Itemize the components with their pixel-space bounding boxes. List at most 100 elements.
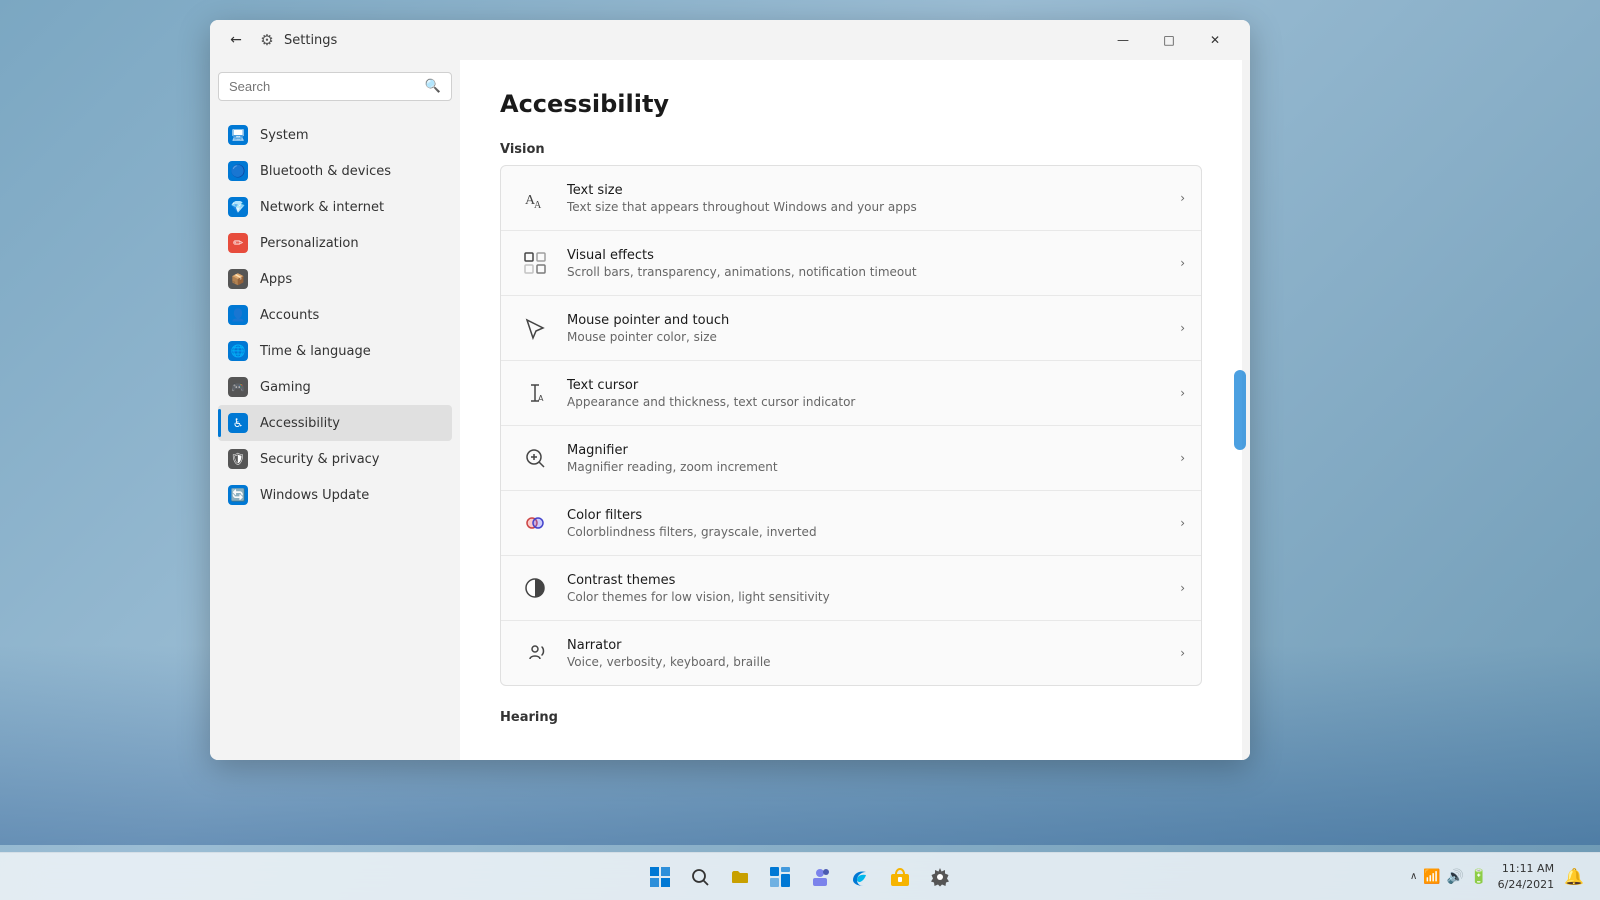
visual-effects-title: Visual effects: [567, 248, 1180, 263]
magnifier-desc: Magnifier reading, zoom increment: [567, 460, 1180, 474]
search-input[interactable]: [229, 79, 419, 94]
update-icon: 🔄: [228, 485, 248, 505]
settings-item-color-filters[interactable]: Color filters Colorblindness filters, gr…: [501, 491, 1201, 556]
settings-item-color-filters-text: Color filters Colorblindness filters, gr…: [567, 508, 1180, 539]
settings-item-visual-effects[interactable]: Visual effects Scroll bars, transparency…: [501, 231, 1201, 296]
taskbar-teams-button[interactable]: [802, 859, 838, 895]
minimize-button[interactable]: —: [1100, 24, 1146, 56]
text-size-desc: Text size that appears throughout Window…: [567, 200, 1180, 214]
magnifier-icon: [517, 440, 553, 476]
sidebar-label-system: System: [260, 128, 308, 143]
accessibility-icon: ♿: [228, 413, 248, 433]
back-button[interactable]: ←: [222, 26, 250, 54]
sidebar-label-security: Security & privacy: [260, 452, 380, 467]
scrollbar-track[interactable]: [1242, 60, 1250, 760]
sidebar-label-network: Network & internet: [260, 200, 384, 215]
sidebar-label-personalization: Personalization: [260, 236, 359, 251]
color-filters-title: Color filters: [567, 508, 1180, 523]
sidebar-item-accessibility[interactable]: ♿ Accessibility: [218, 405, 452, 441]
color-filters-chevron: ›: [1180, 516, 1185, 530]
svg-text:A: A: [538, 394, 544, 403]
gaming-icon: 🎮: [228, 377, 248, 397]
titlebar-left: ← ⚙ Settings: [222, 26, 1100, 54]
taskbar-date: 6/24/2021: [1498, 877, 1554, 892]
section-label-vision: Vision: [500, 142, 1202, 157]
network-icon: 💎: [228, 197, 248, 217]
text-size-chevron: ›: [1180, 191, 1185, 205]
taskbar-system-tray[interactable]: ∧ 📶 🔊 🔋: [1410, 869, 1488, 885]
main-content: Accessibility Vision AA Text size Text s…: [460, 60, 1242, 760]
narrator-desc: Voice, verbosity, keyboard, braille: [567, 655, 1180, 669]
taskbar-edge-button[interactable]: [842, 859, 878, 895]
sidebar-label-bluetooth: Bluetooth & devices: [260, 164, 391, 179]
settings-item-text-cursor[interactable]: A Text cursor Appearance and thickness, …: [501, 361, 1201, 426]
notification-icon[interactable]: 🔔: [1564, 867, 1584, 886]
narrator-chevron: ›: [1180, 646, 1185, 660]
settings-item-contrast-themes[interactable]: Contrast themes Color themes for low vis…: [501, 556, 1201, 621]
search-box[interactable]: 🔍: [218, 72, 452, 101]
accounts-icon: 👤: [228, 305, 248, 325]
magnifier-chevron: ›: [1180, 451, 1185, 465]
mouse-pointer-chevron: ›: [1180, 321, 1185, 335]
svg-text:A: A: [534, 200, 542, 210]
settings-item-narrator[interactable]: Narrator Voice, verbosity, keyboard, bra…: [501, 621, 1201, 685]
taskbar-store-button[interactable]: [882, 859, 918, 895]
mouse-pointer-title: Mouse pointer and touch: [567, 313, 1180, 328]
contrast-themes-desc: Color themes for low vision, light sensi…: [567, 590, 1180, 604]
settings-window: ← ⚙ Settings — □ ✕ 🔍 🖥 System 🔵: [210, 20, 1250, 760]
apps-icon: 📦: [228, 269, 248, 289]
settings-item-text-size-text: Text size Text size that appears through…: [567, 183, 1180, 214]
sidebar-item-accounts[interactable]: 👤 Accounts: [218, 297, 452, 333]
sidebar-item-update[interactable]: 🔄 Windows Update: [218, 477, 452, 513]
narrator-title: Narrator: [567, 638, 1180, 653]
settings-gear-icon: ⚙: [258, 31, 276, 49]
taskbar-widgets-button[interactable]: [762, 859, 798, 895]
window-body: 🔍 🖥 System 🔵 Bluetooth & devices 💎 Netwo…: [210, 60, 1250, 760]
taskbar-file-explorer-button[interactable]: [722, 859, 758, 895]
sidebar-item-gaming[interactable]: 🎮 Gaming: [218, 369, 452, 405]
text-size-icon: AA: [517, 180, 553, 216]
sidebar-label-apps: Apps: [260, 272, 292, 287]
settings-item-text-size[interactable]: AA Text size Text size that appears thro…: [501, 166, 1201, 231]
vision-settings-list: AA Text size Text size that appears thro…: [500, 165, 1202, 686]
text-size-title: Text size: [567, 183, 1180, 198]
text-cursor-icon: A: [517, 375, 553, 411]
taskbar: ∧ 📶 🔊 🔋 11:11 AM 6/24/2021 🔔: [0, 852, 1600, 900]
taskbar-chevron-icon[interactable]: ∧: [1410, 871, 1417, 882]
visual-effects-icon: [517, 245, 553, 281]
taskbar-search-button[interactable]: [682, 859, 718, 895]
close-button[interactable]: ✕: [1192, 24, 1238, 56]
contrast-themes-chevron: ›: [1180, 581, 1185, 595]
sidebar: 🔍 🖥 System 🔵 Bluetooth & devices 💎 Netwo…: [210, 60, 460, 760]
sidebar-item-personalization[interactable]: ✏ Personalization: [218, 225, 452, 261]
volume-icon[interactable]: 🔊: [1447, 869, 1464, 885]
taskbar-start-button[interactable]: [642, 859, 678, 895]
contrast-themes-icon: [517, 570, 553, 606]
settings-item-mouse-pointer-text: Mouse pointer and touch Mouse pointer co…: [567, 313, 1180, 344]
settings-item-text-cursor-text: Text cursor Appearance and thickness, te…: [567, 378, 1180, 409]
sidebar-label-accessibility: Accessibility: [260, 416, 340, 431]
wifi-icon[interactable]: 📶: [1423, 869, 1440, 885]
section-label-hearing: Hearing: [500, 710, 1202, 725]
sidebar-item-apps[interactable]: 📦 Apps: [218, 261, 452, 297]
taskbar-settings-button[interactable]: [922, 859, 958, 895]
settings-item-mouse-pointer[interactable]: Mouse pointer and touch Mouse pointer co…: [501, 296, 1201, 361]
scrollbar-thumb[interactable]: [1234, 370, 1246, 450]
magnifier-title: Magnifier: [567, 443, 1180, 458]
settings-item-magnifier[interactable]: Magnifier Magnifier reading, zoom increm…: [501, 426, 1201, 491]
time-icon: 🌐: [228, 341, 248, 361]
battery-icon[interactable]: 🔋: [1470, 869, 1487, 885]
sidebar-item-network[interactable]: 💎 Network & internet: [218, 189, 452, 225]
sidebar-item-system[interactable]: 🖥 System: [218, 117, 452, 153]
visual-effects-chevron: ›: [1180, 256, 1185, 270]
mouse-pointer-desc: Mouse pointer color, size: [567, 330, 1180, 344]
maximize-button[interactable]: □: [1146, 24, 1192, 56]
sidebar-item-bluetooth[interactable]: 🔵 Bluetooth & devices: [218, 153, 452, 189]
sidebar-item-time[interactable]: 🌐 Time & language: [218, 333, 452, 369]
sidebar-item-security[interactable]: 🛡 Security & privacy: [218, 441, 452, 477]
page-title: Accessibility: [500, 90, 1202, 118]
color-filters-desc: Colorblindness filters, grayscale, inver…: [567, 525, 1180, 539]
color-filters-icon: [517, 505, 553, 541]
bluetooth-icon: 🔵: [228, 161, 248, 181]
taskbar-clock[interactable]: 11:11 AM 6/24/2021: [1498, 861, 1554, 892]
